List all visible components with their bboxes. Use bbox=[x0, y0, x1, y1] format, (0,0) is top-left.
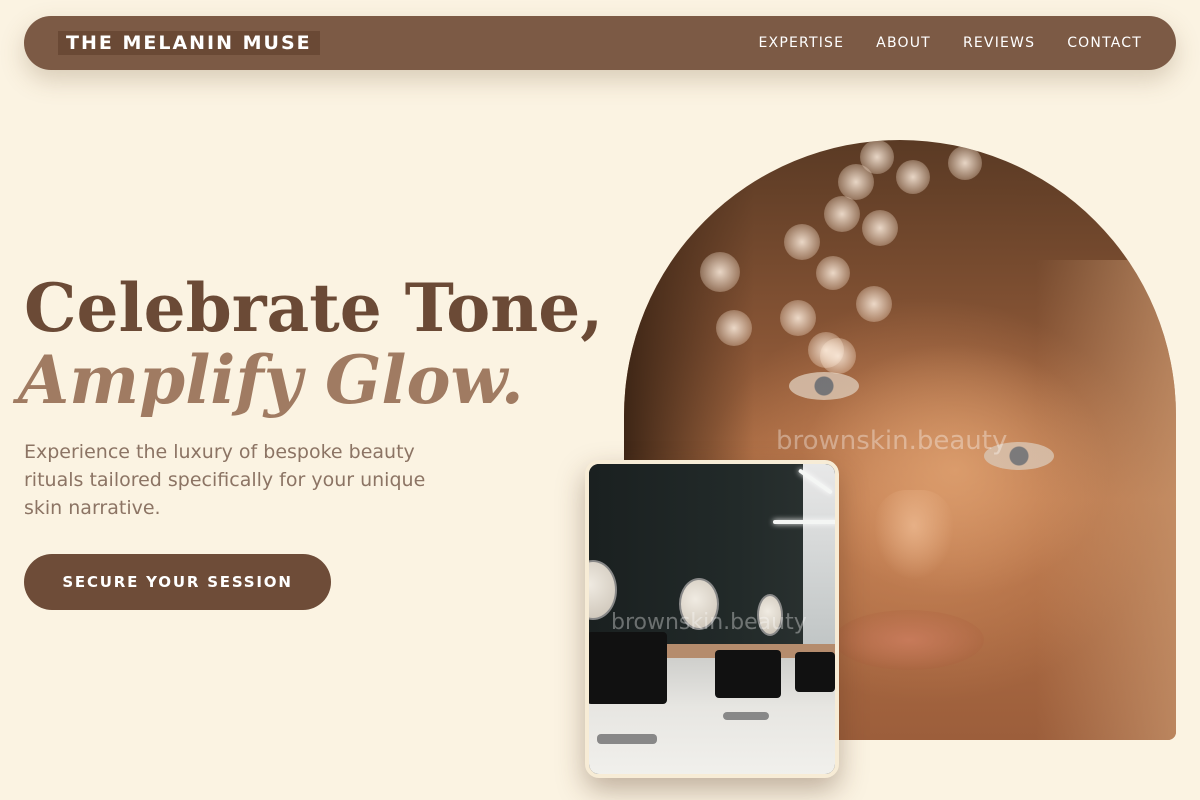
bokeh-light bbox=[856, 286, 892, 322]
portrait-eye-left bbox=[789, 372, 859, 400]
portrait-lips bbox=[834, 610, 984, 670]
salon-watermark: brownskin.beauty bbox=[611, 610, 807, 635]
salon-chair-base bbox=[597, 734, 657, 744]
portrait-hair-right bbox=[1036, 260, 1176, 740]
salon-chair bbox=[715, 650, 781, 698]
nav-link-contact[interactable]: CONTACT bbox=[1067, 35, 1142, 51]
bokeh-light bbox=[838, 164, 874, 200]
hero-title-line2: Amplify Glow. bbox=[18, 341, 524, 419]
nav-link-expertise[interactable]: EXPERTISE bbox=[759, 35, 845, 51]
bokeh-light bbox=[816, 256, 850, 290]
salon-chair bbox=[795, 652, 835, 692]
nav-link-about[interactable]: ABOUT bbox=[876, 35, 931, 51]
brand-logo[interactable]: THE MELANIN MUSE bbox=[58, 31, 320, 55]
bokeh-light bbox=[820, 338, 856, 374]
bokeh-light bbox=[784, 224, 820, 260]
bokeh-light bbox=[948, 146, 982, 180]
ceiling-light bbox=[773, 520, 835, 524]
hero-title-line1: Celebrate Tone, bbox=[24, 269, 604, 347]
main-nav: EXPERTISE ABOUT REVIEWS CONTACT bbox=[759, 35, 1142, 51]
portrait-nose bbox=[874, 490, 954, 580]
bokeh-light bbox=[824, 196, 860, 232]
salon-chair-base bbox=[723, 712, 769, 720]
bokeh-light bbox=[862, 210, 898, 246]
nav-link-reviews[interactable]: REVIEWS bbox=[963, 35, 1035, 51]
secure-session-button[interactable]: SECURE YOUR SESSION bbox=[24, 554, 331, 610]
salon-photo: brownskin.beauty bbox=[585, 460, 839, 778]
bokeh-light bbox=[780, 300, 816, 336]
bokeh-light bbox=[716, 310, 752, 346]
portrait-watermark: brownskin.beauty bbox=[776, 426, 1008, 456]
hero-title: Celebrate Tone, Amplify Glow. bbox=[18, 269, 604, 416]
hero-subtitle: Experience the luxury of bespoke beauty … bbox=[24, 441, 426, 519]
bokeh-light bbox=[896, 160, 930, 194]
top-navbar: THE MELANIN MUSE EXPERTISE ABOUT REVIEWS… bbox=[24, 16, 1176, 70]
bokeh-light bbox=[700, 252, 740, 292]
salon-chair bbox=[589, 632, 667, 704]
